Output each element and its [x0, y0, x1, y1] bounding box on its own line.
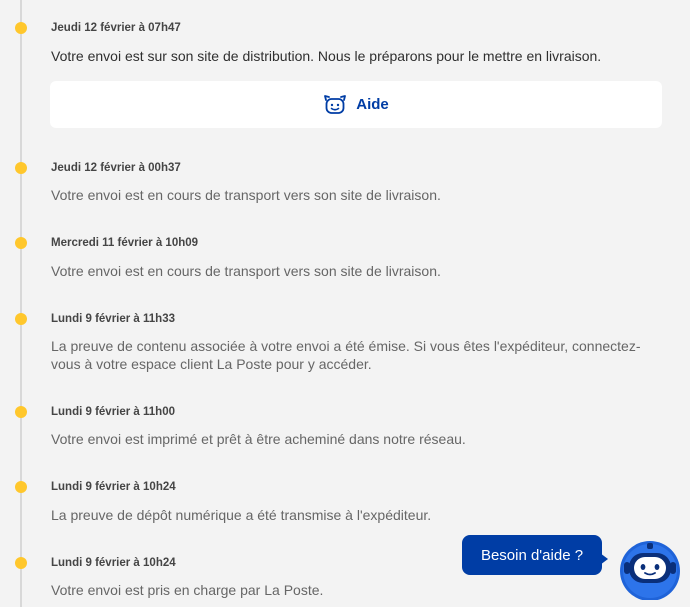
- help-button[interactable]: Aide: [50, 81, 662, 128]
- event-text: Votre envoi est sur son site de distribu…: [51, 48, 602, 64]
- event-date: Jeudi 12 février à 00h37: [51, 162, 181, 174]
- timeline-dot: [15, 313, 27, 325]
- event-text: Votre envoi est en cours de transport ve…: [51, 263, 441, 279]
- event-date: Jeudi 12 février à 07h47: [51, 22, 181, 34]
- event-date: Lundi 9 février à 10h24: [51, 481, 176, 493]
- event-date: Mercredi 11 février à 10h09: [51, 237, 199, 249]
- event-text: Votre envoi est en cours de transport ve…: [51, 187, 441, 203]
- event-date: Lundi 9 février à 11h00: [51, 406, 176, 418]
- timeline-dot: [15, 162, 27, 174]
- timeline-dot: [15, 557, 27, 569]
- timeline-dot: [15, 237, 27, 249]
- event-date: Lundi 9 février à 10h24: [51, 557, 176, 569]
- timeline-dot: [15, 406, 27, 418]
- timeline-line: [20, 0, 22, 607]
- event-text: La preuve de contenu associée à votre en…: [51, 338, 641, 372]
- timeline-dot: [15, 22, 27, 34]
- chatbot-icon: [614, 541, 684, 604]
- smiley-alarm-icon: [323, 94, 347, 116]
- timeline-dot: [15, 481, 27, 493]
- help-button-label: Aide: [356, 96, 389, 113]
- event-date: Lundi 9 février à 11h33: [51, 313, 176, 325]
- chatbot-button[interactable]: [614, 540, 684, 601]
- event-text: Votre envoi est imprimé et prêt à être a…: [51, 431, 466, 447]
- chat-help-bubble[interactable]: Besoin d'aide ?: [462, 535, 608, 575]
- event-text: Votre envoi est pris en charge par La Po…: [51, 582, 324, 598]
- event-text: La preuve de dépôt numérique a été trans…: [51, 507, 432, 523]
